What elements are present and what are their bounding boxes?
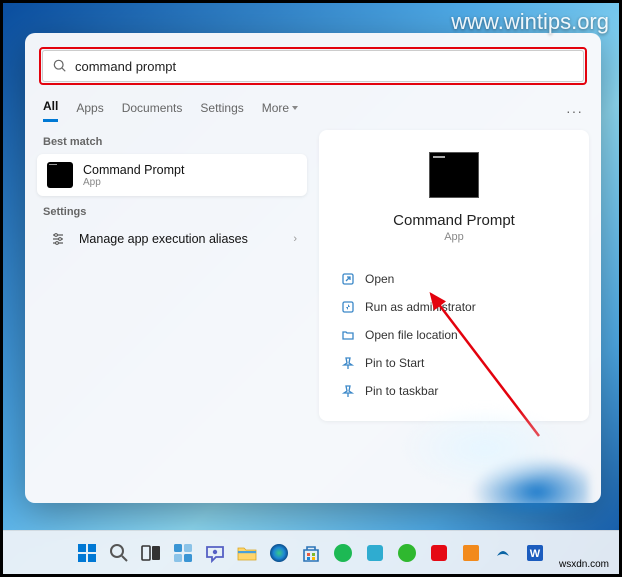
action-open[interactable]: Open — [337, 265, 571, 293]
folder-icon — [341, 328, 355, 342]
pin-icon — [341, 384, 355, 398]
admin-icon — [341, 300, 355, 314]
detail-type: App — [444, 231, 464, 243]
taskbar-taskview-icon[interactable] — [138, 540, 164, 566]
action-label: Pin to Start — [365, 356, 424, 370]
best-match-label: Best match — [43, 136, 301, 148]
action-open-location[interactable]: Open file location — [337, 321, 571, 349]
command-prompt-icon — [47, 162, 73, 188]
taskbar-app-icon[interactable] — [458, 540, 484, 566]
tab-documents[interactable]: Documents — [122, 101, 183, 121]
search-box-highlight — [39, 47, 587, 85]
detail-actions: Open Run as administrator Open file loca… — [337, 265, 571, 405]
tab-all[interactable]: All — [43, 99, 58, 122]
search-input[interactable] — [75, 59, 573, 74]
taskbar-chat-icon[interactable] — [202, 540, 228, 566]
sliders-icon — [47, 232, 69, 246]
settings-section-label: Settings — [43, 206, 301, 218]
overflow-icon[interactable]: ··· — [566, 103, 583, 119]
settings-item-label: Manage app execution aliases — [79, 232, 248, 246]
open-icon — [341, 272, 355, 286]
taskbar-store-icon[interactable] — [298, 540, 324, 566]
tab-apps[interactable]: Apps — [76, 101, 103, 121]
tab-settings[interactable]: Settings — [200, 101, 243, 121]
result-subtitle: App — [83, 177, 184, 188]
search-box[interactable] — [42, 50, 584, 82]
watermark-top: www.wintips.org — [451, 9, 609, 35]
taskbar-app-icon[interactable] — [330, 540, 356, 566]
start-search-panel: All Apps Documents Settings More ··· Bes… — [25, 33, 601, 503]
taskbar-search-icon[interactable] — [106, 540, 132, 566]
result-title: Command Prompt — [83, 163, 184, 177]
tab-more[interactable]: More — [262, 101, 298, 121]
action-label: Pin to taskbar — [365, 384, 438, 398]
taskbar-widgets-icon[interactable] — [170, 540, 196, 566]
pin-icon — [341, 356, 355, 370]
taskbar-app-icon[interactable] — [490, 540, 516, 566]
action-pin-start[interactable]: Pin to Start — [337, 349, 571, 377]
watermark-bottom: wsxdn.com — [559, 559, 609, 570]
chevron-right-icon: › — [293, 233, 297, 245]
detail-title: Command Prompt — [393, 212, 515, 229]
detail-pane: Command Prompt App Open Run as administr… — [319, 130, 589, 421]
settings-item-manage-aliases[interactable]: Manage app execution aliases › — [37, 224, 307, 254]
svg-text:W: W — [530, 548, 541, 560]
action-run-admin[interactable]: Run as administrator — [337, 293, 571, 321]
taskbar-app-icon[interactable] — [362, 540, 388, 566]
taskbar-start-icon[interactable] — [74, 540, 100, 566]
action-label: Open — [365, 272, 394, 286]
action-label: Open file location — [365, 328, 458, 342]
taskbar-explorer-icon[interactable] — [234, 540, 260, 566]
taskbar-word-icon[interactable]: W — [522, 540, 548, 566]
taskbar-app-icon[interactable] — [394, 540, 420, 566]
best-match-item[interactable]: Command Prompt App — [37, 154, 307, 196]
action-label: Run as administrator — [365, 300, 476, 314]
taskbar-edge-icon[interactable] — [266, 540, 292, 566]
results-column: Best match Command Prompt App Settings M… — [37, 130, 307, 421]
taskbar: W — [3, 530, 619, 574]
action-pin-taskbar[interactable]: Pin to taskbar — [337, 377, 571, 405]
search-icon — [53, 59, 67, 73]
taskbar-app-icon[interactable] — [426, 540, 452, 566]
command-prompt-icon-large — [429, 152, 479, 198]
filter-tabs: All Apps Documents Settings More ··· — [43, 99, 583, 122]
